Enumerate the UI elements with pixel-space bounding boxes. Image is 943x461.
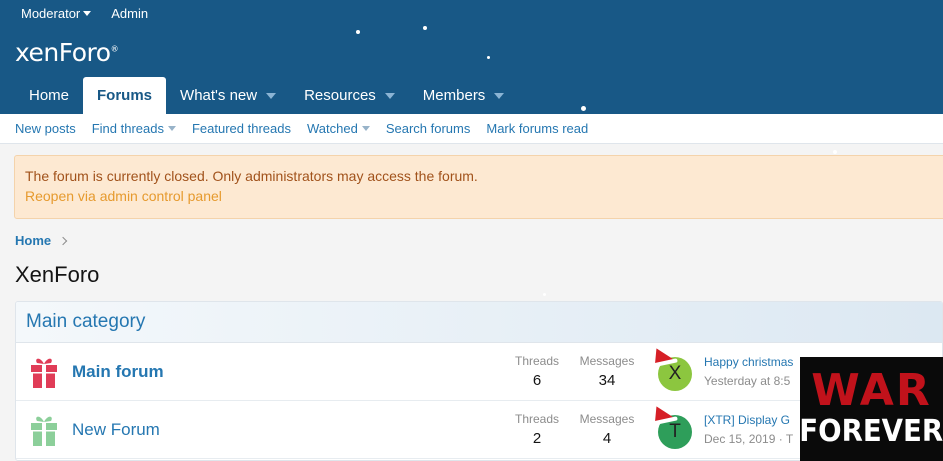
tab-whats-new[interactable]: What's new xyxy=(166,77,290,114)
chevron-down-icon[interactable] xyxy=(361,126,370,131)
messages-stat: Messages 4 xyxy=(572,412,642,447)
snowflake xyxy=(581,106,586,111)
logo-text: xenForo xyxy=(15,37,111,67)
last-post: T [XTR] Display G Dec 15, 2019 · T xyxy=(651,402,793,449)
chevron-down-icon[interactable] xyxy=(167,126,176,131)
tab-resources-label: Resources xyxy=(304,87,376,104)
messages-label: Messages xyxy=(579,412,635,426)
santa-hat-icon xyxy=(651,344,676,365)
tab-forums-label: Forums xyxy=(97,87,153,104)
messages-label: Messages xyxy=(579,354,635,368)
last-thread-title[interactable]: [XTR] Display G xyxy=(704,413,793,427)
threads-count: 2 xyxy=(532,430,542,447)
forum-title[interactable]: Main forum xyxy=(72,362,502,382)
top-bar: Moderator Admin xyxy=(0,0,943,27)
last-post-info: [XTR] Display G Dec 15, 2019 · T xyxy=(704,413,793,446)
threads-stat: Threads 2 xyxy=(502,412,572,447)
snowflake xyxy=(487,56,490,59)
gift-icon xyxy=(16,413,72,447)
sub-nav: New posts Find threads Featured threads … xyxy=(0,114,943,144)
chevron-right-icon xyxy=(58,236,68,245)
tab-home[interactable]: Home xyxy=(15,77,83,114)
snowflake xyxy=(356,30,360,34)
notice-message: The forum is currently closed. Only admi… xyxy=(25,168,478,184)
snowflake xyxy=(833,150,837,154)
watermark-line2: FOREVER xyxy=(799,414,943,449)
subnav-watched[interactable]: Watched xyxy=(307,121,370,136)
tab-forums[interactable]: Forums xyxy=(83,77,167,114)
forum-title[interactable]: New Forum xyxy=(72,420,502,440)
main-nav: Home Forums What's new Resources Members xyxy=(0,77,943,114)
moderator-label: Moderator xyxy=(21,6,81,21)
chevron-down-icon[interactable] xyxy=(494,92,505,99)
tab-whats-new-label: What's new xyxy=(180,87,258,104)
chevron-down-icon[interactable] xyxy=(266,92,277,99)
subnav-new-posts[interactable]: New posts xyxy=(15,121,76,136)
category-header[interactable]: Main category xyxy=(16,302,942,343)
moderator-menu[interactable]: Moderator xyxy=(21,6,92,21)
last-post-date: Dec 15, 2019 · T xyxy=(704,432,794,446)
avatar[interactable]: X xyxy=(651,344,694,391)
header: xenForo® xyxy=(0,27,943,77)
last-post-date: Yesterday at 8:5 xyxy=(704,374,791,388)
chevron-down-icon[interactable] xyxy=(384,92,395,99)
war-forever-watermark: WAR FOREVER xyxy=(800,357,943,461)
breadcrumb: Home xyxy=(15,233,943,248)
subnav-mark-forums-read[interactable]: Mark forums read xyxy=(486,121,588,136)
snowflake xyxy=(423,26,427,30)
last-post-info: Happy christmas Yesterday at 8:5 xyxy=(704,355,793,388)
subnav-find-threads[interactable]: Find threads xyxy=(92,121,176,136)
threads-label: Threads xyxy=(514,412,560,426)
last-thread-title[interactable]: Happy christmas xyxy=(704,355,793,369)
messages-stat: Messages 34 xyxy=(572,354,642,389)
tab-members-label: Members xyxy=(422,87,486,104)
tab-members[interactable]: Members xyxy=(409,77,519,114)
subnav-featured-threads[interactable]: Featured threads xyxy=(192,121,291,136)
page-title: XenForo xyxy=(15,262,100,287)
messages-count: 4 xyxy=(602,430,612,447)
avatar[interactable]: T xyxy=(651,402,694,449)
threads-label: Threads xyxy=(514,354,560,368)
threads-count: 6 xyxy=(532,372,542,389)
subnav-search-forums[interactable]: Search forums xyxy=(386,121,471,136)
breadcrumb-home[interactable]: Home xyxy=(15,233,51,248)
santa-hat-icon xyxy=(651,402,676,423)
gift-icon xyxy=(16,355,72,389)
tab-home-label: Home xyxy=(29,87,70,104)
logo-mark: ® xyxy=(110,44,119,54)
admin-link[interactable]: Admin xyxy=(111,6,148,21)
messages-count: 34 xyxy=(598,372,616,389)
snowflake xyxy=(543,293,546,296)
subnav-watched-label: Watched xyxy=(306,121,358,136)
threads-stat: Threads 6 xyxy=(502,354,572,389)
chevron-down-icon xyxy=(83,11,92,16)
subnav-find-threads-label: Find threads xyxy=(91,121,164,136)
watermark-line1: WAR xyxy=(811,365,932,416)
tab-resources[interactable]: Resources xyxy=(290,77,409,114)
last-post: X Happy christmas Yesterday at 8:5 xyxy=(651,344,793,391)
logo[interactable]: xenForo® xyxy=(15,37,119,67)
forum-closed-notice: The forum is currently closed. Only admi… xyxy=(14,155,943,219)
reopen-link[interactable]: Reopen via admin control panel xyxy=(25,188,938,204)
admin-label: Admin xyxy=(111,6,149,21)
